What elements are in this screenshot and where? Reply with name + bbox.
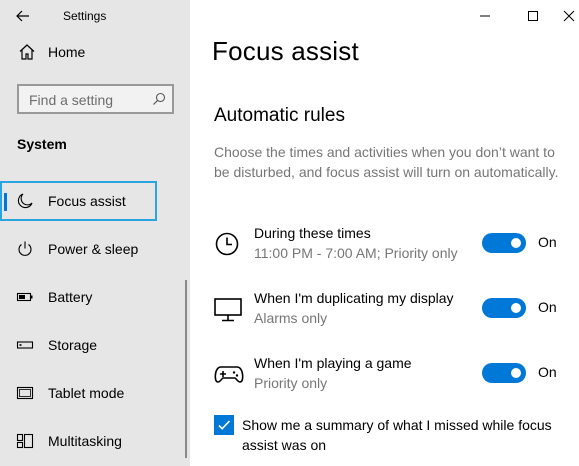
search-input[interactable] <box>29 91 149 109</box>
rule-toggle[interactable] <box>482 363 526 383</box>
clock-icon <box>215 232 239 256</box>
toggle-knob <box>511 238 521 248</box>
sidebar-item-tablet-mode[interactable]: Tablet mode <box>0 373 190 413</box>
search-icon[interactable] <box>152 92 166 106</box>
search-box[interactable] <box>17 84 174 114</box>
minimize-icon <box>480 15 490 17</box>
back-button[interactable] <box>12 5 34 27</box>
sidebar-item-battery[interactable]: Battery <box>0 277 190 317</box>
tablet-mode-icon <box>16 386 34 400</box>
summary-checkbox[interactable] <box>214 415 234 435</box>
rule-state: On <box>538 364 557 380</box>
storage-icon <box>16 341 34 349</box>
sidebar-item-focus-assist[interactable]: Focus assist <box>0 181 157 221</box>
rule-duplicating-display[interactable]: When I'm duplicating my display Alarms o… <box>214 290 574 334</box>
close-icon <box>563 10 575 22</box>
sidebar-item-home[interactable]: Home <box>0 38 190 66</box>
page-title: Focus assist <box>212 36 359 66</box>
app-title: Settings <box>63 9 107 23</box>
main-content: Focus assist Automatic rules Choose the … <box>190 0 579 466</box>
close-button[interactable] <box>546 0 579 32</box>
rule-subtitle: Alarms only <box>254 310 328 326</box>
rule-state: On <box>538 299 557 315</box>
power-icon <box>18 241 32 256</box>
toggle-knob <box>511 303 521 313</box>
rule-title: During these times <box>254 225 371 241</box>
automatic-rules-heading: Automatic rules <box>214 105 345 126</box>
sidebar: Settings Home System Focus assist Power … <box>0 0 190 466</box>
monitor-icon <box>214 298 242 322</box>
titlebar-left: Settings <box>0 0 190 32</box>
checkmark-icon <box>218 420 231 430</box>
rule-during-these-times[interactable]: During these times 11:00 PM - 7:00 AM; P… <box>214 225 574 269</box>
sidebar-item-multitasking[interactable]: Multitasking <box>0 421 190 461</box>
sidebar-item-label: Multitasking <box>48 433 122 449</box>
sidebar-item-power-sleep[interactable]: Power & sleep <box>0 229 190 269</box>
sidebar-scrollbar[interactable] <box>185 280 187 458</box>
rule-toggle[interactable] <box>482 298 526 318</box>
automatic-rules-description: Choose the times and activities when you… <box>214 144 559 180</box>
rule-subtitle: 11:00 PM - 7:00 AM; Priority only <box>254 245 458 261</box>
minimize-button[interactable] <box>462 0 508 32</box>
maximize-icon <box>528 11 538 21</box>
rule-title: When I'm playing a game <box>254 355 412 371</box>
sidebar-item-label: Tablet mode <box>48 385 125 401</box>
sidebar-item-label: Focus assist <box>48 193 126 209</box>
section-title: System <box>17 136 67 152</box>
rule-title: When I'm duplicating my display <box>254 290 454 306</box>
sidebar-item-storage[interactable]: Storage <box>0 325 190 365</box>
toggle-knob <box>511 368 521 378</box>
sidebar-item-label: Home <box>48 44 86 60</box>
sidebar-item-label: Power & sleep <box>48 241 139 257</box>
multitasking-icon <box>16 433 34 449</box>
back-arrow-icon <box>16 10 29 22</box>
rule-toggle[interactable] <box>482 233 526 253</box>
active-indicator <box>4 193 7 211</box>
battery-icon <box>16 292 33 302</box>
rule-subtitle: Priority only <box>254 375 328 391</box>
gamepad-icon <box>214 366 244 383</box>
sidebar-item-label: Battery <box>48 289 93 305</box>
moon-icon <box>17 193 33 209</box>
summary-checkbox-label: Show me a summary of what I missed while… <box>242 417 552 453</box>
sidebar-item-label: Storage <box>48 337 98 353</box>
rule-playing-game[interactable]: When I'm playing a game Priority only On <box>214 355 574 399</box>
home-icon <box>19 44 35 60</box>
rule-state: On <box>538 234 557 250</box>
